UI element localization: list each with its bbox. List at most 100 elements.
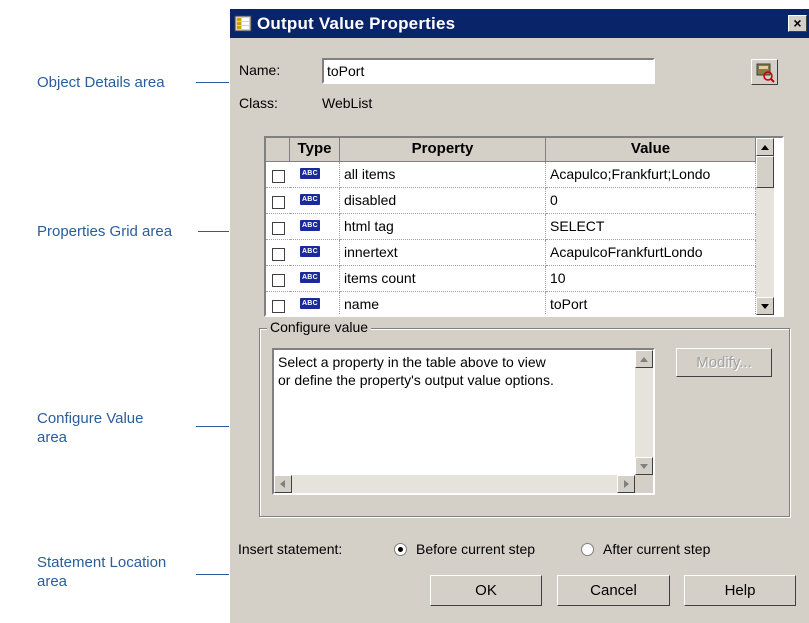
scroll-right-icon bbox=[624, 480, 629, 488]
grid-row[interactable]: ABC innertext AcapulcoFrankfurtLondo bbox=[266, 240, 756, 266]
type-cell: ABC bbox=[290, 240, 340, 266]
grid-row[interactable]: ABC html tag SELECT bbox=[266, 214, 756, 240]
string-type-icon: ABC bbox=[300, 246, 320, 257]
row-checkbox[interactable] bbox=[272, 300, 285, 313]
name-value: toPort bbox=[327, 63, 365, 79]
grid-scroll-up-button[interactable] bbox=[756, 138, 774, 156]
class-label: Class: bbox=[239, 95, 278, 111]
property-column-header[interactable]: Property bbox=[340, 138, 546, 162]
properties-grid[interactable]: Type Property Value ABC all items Acapulco… bbox=[264, 136, 784, 317]
after-current-step-label[interactable]: After current step bbox=[603, 541, 710, 557]
before-current-step-label[interactable]: Before current step bbox=[416, 541, 535, 557]
string-type-icon: ABC bbox=[300, 220, 320, 231]
statement-location-leader bbox=[196, 574, 233, 575]
scroll-down-icon bbox=[640, 464, 648, 469]
scrollbar-corner bbox=[635, 475, 653, 493]
row-checkbox-cell bbox=[266, 292, 290, 315]
row-checkbox[interactable] bbox=[272, 274, 285, 287]
configure-value-callout-line1: Configure Value bbox=[37, 410, 144, 427]
type-cell: ABC bbox=[290, 214, 340, 240]
value-cell[interactable]: Acapulco;Frankfurt;Londo bbox=[546, 162, 756, 188]
property-cell[interactable]: innertext bbox=[340, 240, 546, 266]
close-button[interactable]: × bbox=[788, 15, 807, 32]
row-checkbox[interactable] bbox=[272, 170, 285, 183]
string-type-icon: ABC bbox=[300, 272, 320, 283]
grid-corner-header bbox=[266, 138, 290, 162]
scroll-up-icon bbox=[640, 357, 648, 362]
type-column-header[interactable]: Type bbox=[290, 138, 340, 162]
property-cell[interactable]: name bbox=[340, 292, 546, 315]
value-cell[interactable]: SELECT bbox=[546, 214, 756, 240]
scroll-up-icon bbox=[761, 145, 769, 150]
row-checkbox-cell bbox=[266, 266, 290, 292]
row-checkbox[interactable] bbox=[272, 248, 285, 261]
statement-location-callout-line1: Statement Location bbox=[37, 554, 167, 571]
configure-value-callout: Configure Value area bbox=[37, 409, 143, 447]
object-details-callout: Object Details area bbox=[37, 74, 165, 91]
grid-row[interactable]: ABC items count 10 bbox=[266, 266, 756, 292]
output-value-properties-dialog: Output Value Properties × Name: toPort C… bbox=[229, 8, 809, 623]
configure-text-line2: or define the property's output value op… bbox=[278, 372, 554, 388]
string-type-icon: ABC bbox=[300, 298, 320, 309]
statement-location-callout: Statement Location area bbox=[37, 553, 166, 591]
grid-scroll-thumb[interactable] bbox=[756, 156, 774, 188]
grid-row[interactable]: ABC disabled 0 bbox=[266, 188, 756, 214]
help-button[interactable]: Help bbox=[684, 575, 796, 606]
configure-text-line1: Select a property in the table above to … bbox=[278, 354, 546, 370]
grid-row[interactable]: ABC all items Acapulco;Frankfurt;Londo bbox=[266, 162, 756, 188]
configure-horizontal-scrollbar[interactable] bbox=[274, 475, 635, 493]
ok-button[interactable]: OK bbox=[430, 575, 542, 606]
property-cell[interactable]: disabled bbox=[340, 188, 546, 214]
close-icon: × bbox=[793, 15, 802, 31]
configure-scroll-down-button[interactable] bbox=[635, 457, 653, 475]
property-cell[interactable]: all items bbox=[340, 162, 546, 188]
type-cell: ABC bbox=[290, 266, 340, 292]
configure-value-group-label: Configure value bbox=[267, 319, 372, 335]
scroll-left-icon bbox=[280, 480, 285, 488]
before-current-step-radio[interactable] bbox=[394, 543, 407, 556]
object-repository-button[interactable] bbox=[751, 59, 778, 85]
type-cell: ABC bbox=[290, 162, 340, 188]
configure-text-area[interactable]: Select a property in the table above to … bbox=[272, 348, 655, 495]
row-checkbox[interactable] bbox=[272, 222, 285, 235]
grid-row[interactable]: ABC name toPort bbox=[266, 292, 756, 315]
configure-scroll-right-button[interactable] bbox=[617, 475, 635, 493]
configure-scroll-up-button[interactable] bbox=[635, 350, 653, 368]
type-cell: ABC bbox=[290, 188, 340, 214]
object-details-leader bbox=[196, 82, 233, 83]
row-checkbox-cell bbox=[266, 188, 290, 214]
object-spy-icon bbox=[756, 63, 775, 83]
value-cell[interactable]: 0 bbox=[546, 188, 756, 214]
cancel-button[interactable]: Cancel bbox=[557, 575, 670, 606]
property-cell[interactable]: html tag bbox=[340, 214, 546, 240]
configure-vertical-scrollbar[interactable] bbox=[635, 350, 653, 475]
after-current-step-radio[interactable] bbox=[581, 543, 594, 556]
properties-grid-leader bbox=[198, 231, 233, 232]
radio-selected-dot bbox=[398, 547, 403, 552]
value-cell[interactable]: toPort bbox=[546, 292, 756, 315]
configure-value-callout-line2: area bbox=[37, 429, 68, 446]
row-checkbox-cell bbox=[266, 162, 290, 188]
row-checkbox-cell bbox=[266, 240, 290, 266]
name-label: Name: bbox=[239, 62, 281, 78]
grid-vertical-scrollbar[interactable] bbox=[756, 138, 774, 315]
row-checkbox[interactable] bbox=[272, 196, 285, 209]
statement-location-callout-line2: area bbox=[37, 573, 68, 590]
property-cell[interactable]: items count bbox=[340, 266, 546, 292]
value-column-header[interactable]: Value bbox=[546, 138, 756, 162]
modify-button[interactable]: Modify... bbox=[676, 348, 772, 377]
value-cell[interactable]: 10 bbox=[546, 266, 756, 292]
class-value: WebList bbox=[322, 95, 373, 111]
name-field[interactable]: toPort bbox=[322, 58, 655, 84]
title-bar[interactable]: Output Value Properties × bbox=[230, 9, 809, 38]
grid-scroll-down-button[interactable] bbox=[756, 297, 774, 315]
value-cell[interactable]: AcapulcoFrankfurtLondo bbox=[546, 240, 756, 266]
scroll-down-icon bbox=[761, 304, 769, 309]
insert-statement-label: Insert statement: bbox=[238, 541, 343, 557]
configure-scroll-left-button[interactable] bbox=[274, 475, 292, 493]
app-icon bbox=[234, 15, 252, 32]
row-checkbox-cell bbox=[266, 214, 290, 240]
type-cell: ABC bbox=[290, 292, 340, 315]
configure-value-leader bbox=[196, 426, 233, 427]
string-type-icon: ABC bbox=[300, 168, 320, 179]
